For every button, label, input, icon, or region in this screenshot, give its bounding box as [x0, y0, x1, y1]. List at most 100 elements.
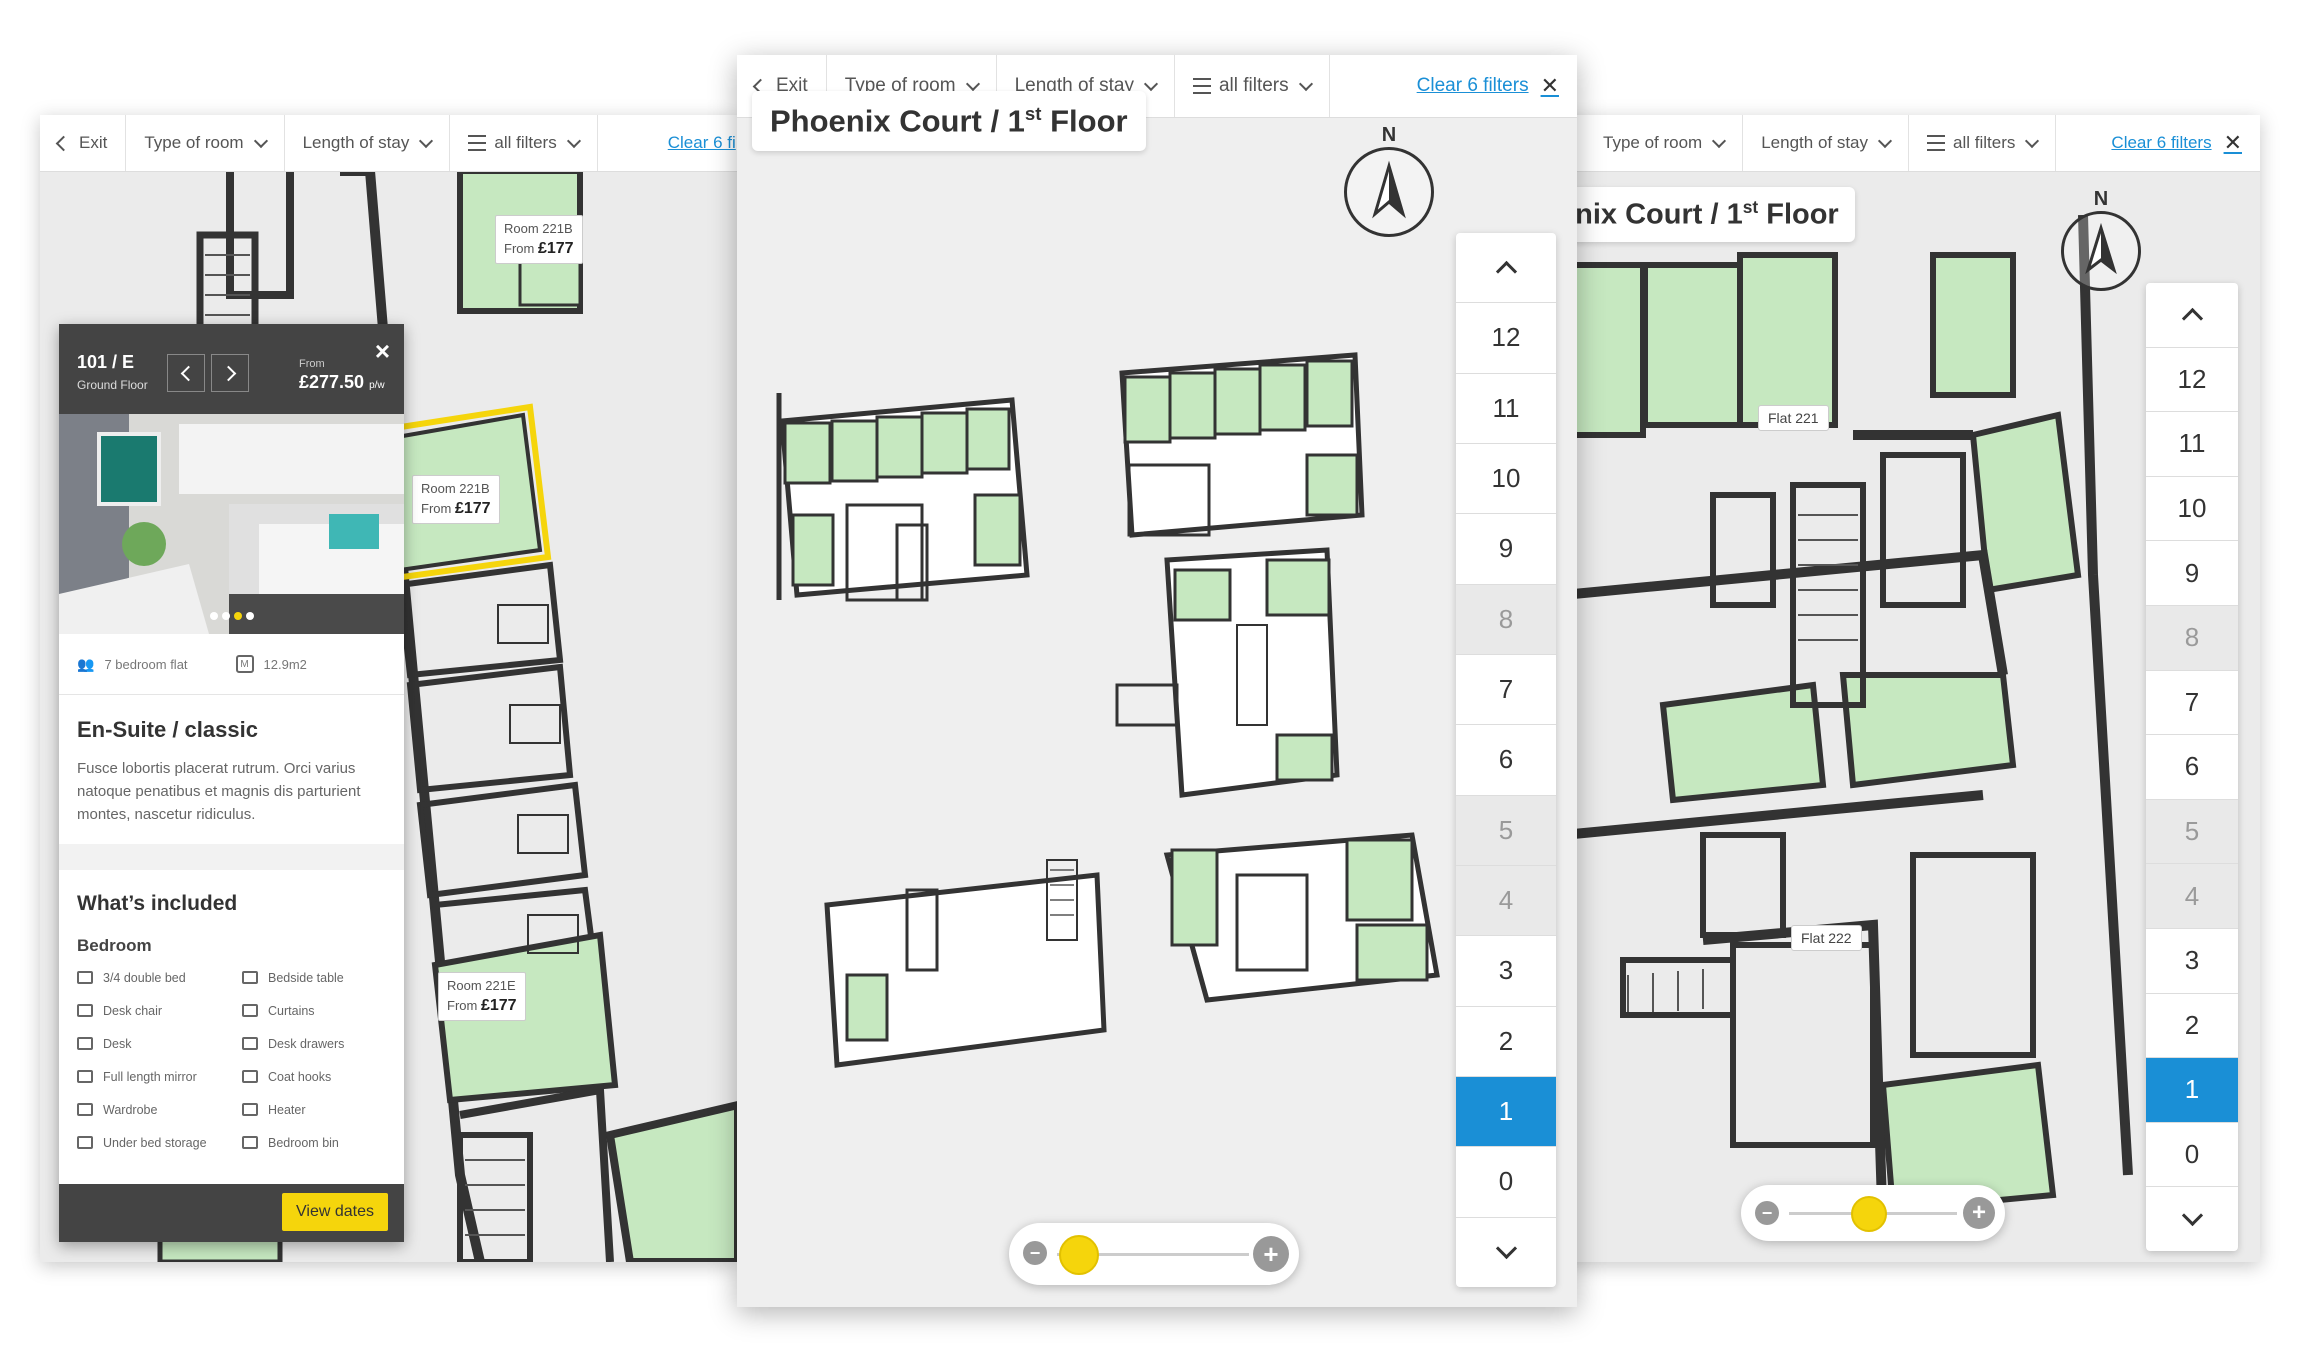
feature-item: Coat hooks: [242, 1067, 407, 1086]
zoom-slider-thumb[interactable]: [1059, 1235, 1099, 1275]
feature-item: Bedroom bin: [242, 1133, 407, 1152]
close-icon[interactable]: ✕: [2224, 130, 2242, 156]
chevron-down-icon: [1298, 76, 1313, 91]
floor-button[interactable]: 7: [1456, 653, 1556, 724]
room-price-tag[interactable]: Room 221E From £177: [438, 972, 526, 1022]
room-price-tag[interactable]: Room 221B From £177: [495, 215, 583, 265]
filter-icon: [1927, 135, 1946, 151]
floor-button[interactable]: 2: [2146, 992, 2238, 1058]
floor-button[interactable]: 0: [2146, 1121, 2238, 1187]
type-of-room-dropdown[interactable]: Type of room: [1553, 115, 1744, 171]
floor-selector: 12 11 10 9 8 7 6 5 4 3 2 1 0: [1456, 233, 1556, 1287]
room-price-tag-selected[interactable]: Room 221B From £177: [412, 475, 500, 525]
flat-222-label[interactable]: Flat 222: [1791, 925, 1862, 951]
feature-item: Full length mirror: [77, 1067, 242, 1086]
room-meta: 👥 7 bedroom flat M 12.9m2: [59, 634, 404, 695]
floor-button[interactable]: 2: [1456, 1005, 1556, 1076]
drawers-icon: [242, 1037, 258, 1050]
floor-up-button[interactable]: [1456, 233, 1556, 302]
room-type-title: En-Suite / classic: [77, 717, 258, 742]
chevron-down-icon: [1877, 133, 1893, 148]
room-floor: Ground Floor: [77, 378, 148, 392]
previous-room-button[interactable]: [167, 354, 205, 392]
chevron-left-icon: [180, 365, 196, 381]
floor-up-button[interactable]: [2146, 283, 2238, 347]
floor-button[interactable]: 1: [1456, 1075, 1556, 1147]
feature-item: 3/4 double bed: [77, 968, 242, 987]
all-filters-dropdown[interactable]: all filters: [1909, 115, 2057, 171]
filter-toolbar: Exit Type of room Length of stay all fil…: [40, 115, 738, 172]
table-icon: [242, 971, 258, 984]
bedroom-title: Bedroom: [77, 936, 152, 955]
feature-item: Desk drawers: [242, 1034, 407, 1053]
floor-button[interactable]: 0: [1456, 1146, 1556, 1216]
type-of-room-dropdown[interactable]: Type of room: [126, 115, 285, 171]
view-dates-button[interactable]: View dates: [282, 1193, 388, 1231]
zoom-slider-thumb[interactable]: [1851, 1196, 1887, 1232]
chevron-down-icon: [2025, 133, 2040, 148]
floor-button[interactable]: 6: [1456, 724, 1556, 794]
zoom-in-button[interactable]: +: [1253, 1236, 1289, 1272]
floor-down-button[interactable]: [2146, 1186, 2238, 1251]
floor-button[interactable]: 5: [1456, 794, 1556, 865]
floorplan-map[interactable]: [737, 55, 1577, 1307]
zoom-out-button[interactable]: −: [1023, 1241, 1047, 1265]
exit-button[interactable]: Exit: [40, 115, 127, 171]
floor-button[interactable]: 10: [1456, 442, 1556, 513]
chevron-down-icon: [1495, 1237, 1517, 1259]
length-of-stay-dropdown[interactable]: Length of stay: [285, 115, 451, 171]
bin-icon: [242, 1136, 258, 1149]
storage-icon: [77, 1136, 93, 1149]
room-photo: [59, 414, 404, 634]
zoom-out-button[interactable]: −: [1755, 1201, 1779, 1225]
floor-button[interactable]: 1: [2146, 1057, 2238, 1122]
area-icon: M: [235, 655, 254, 673]
floor-button[interactable]: 4: [2146, 863, 2238, 928]
card-footer: View dates: [59, 1184, 404, 1242]
building-floor-title: enix Court / 1st Floor: [1553, 187, 1855, 242]
floor-button[interactable]: 4: [1456, 864, 1556, 936]
floor-button[interactable]: 6: [2146, 734, 2238, 799]
floor-button[interactable]: 9: [1456, 513, 1556, 583]
clear-filters-link[interactable]: Clear 6 filters ✕: [2093, 115, 2260, 171]
chevron-down-icon: [965, 76, 980, 91]
north-arrow-icon: [2085, 222, 2117, 275]
floor-button[interactable]: 11: [2146, 411, 2238, 476]
desk-icon: [77, 1037, 93, 1050]
right-floorplan-panel: Type of room Length of stay all filters …: [1553, 115, 2260, 1262]
next-room-button[interactable]: [211, 354, 249, 392]
feature-item: Heater: [242, 1100, 407, 1119]
close-icon[interactable]: ✕: [1541, 73, 1559, 99]
floor-button[interactable]: 8: [2146, 604, 2238, 670]
floor-button[interactable]: 5: [2146, 798, 2238, 864]
floor-button[interactable]: 11: [1456, 372, 1556, 443]
chevron-down-icon: [1143, 76, 1159, 91]
divider: [59, 844, 404, 870]
compass-icon: N: [1344, 124, 1434, 237]
floor-button[interactable]: 9: [2146, 540, 2238, 605]
floor-button[interactable]: 3: [2146, 927, 2238, 993]
chevron-down-icon: [253, 133, 268, 148]
clear-filters-link[interactable]: Clear 6 filters ✕: [1399, 55, 1577, 117]
feature-item: Desk chair: [77, 1001, 242, 1020]
north-arrow-icon: [1372, 160, 1406, 219]
floor-button[interactable]: 8: [1456, 583, 1556, 654]
length-of-stay-dropdown[interactable]: Length of stay: [1743, 115, 1910, 171]
back-icon: [55, 135, 72, 151]
floor-button[interactable]: 12: [2146, 346, 2238, 412]
floor-button[interactable]: 7: [2146, 669, 2238, 735]
flat-221-label[interactable]: Flat 221: [1758, 405, 1829, 431]
compass-icon: N: [2061, 188, 2141, 291]
all-filters-dropdown[interactable]: all filters: [1175, 55, 1330, 117]
close-card-button[interactable]: ×: [375, 336, 390, 367]
room-photo-carousel[interactable]: [59, 414, 404, 634]
floor-down-button[interactable]: [1456, 1216, 1556, 1287]
floor-button[interactable]: 3: [1456, 935, 1556, 1005]
all-filters-dropdown[interactable]: all filters: [450, 115, 598, 171]
floor-button[interactable]: 12: [1456, 302, 1556, 372]
floor-button[interactable]: 10: [2146, 475, 2238, 541]
zoom-in-button[interactable]: +: [1963, 1197, 1995, 1229]
room-code: 101 / E: [77, 352, 135, 372]
clear-filters-link[interactable]: Clear 6 fi: [598, 115, 738, 171]
filter-icon: [1192, 78, 1211, 94]
